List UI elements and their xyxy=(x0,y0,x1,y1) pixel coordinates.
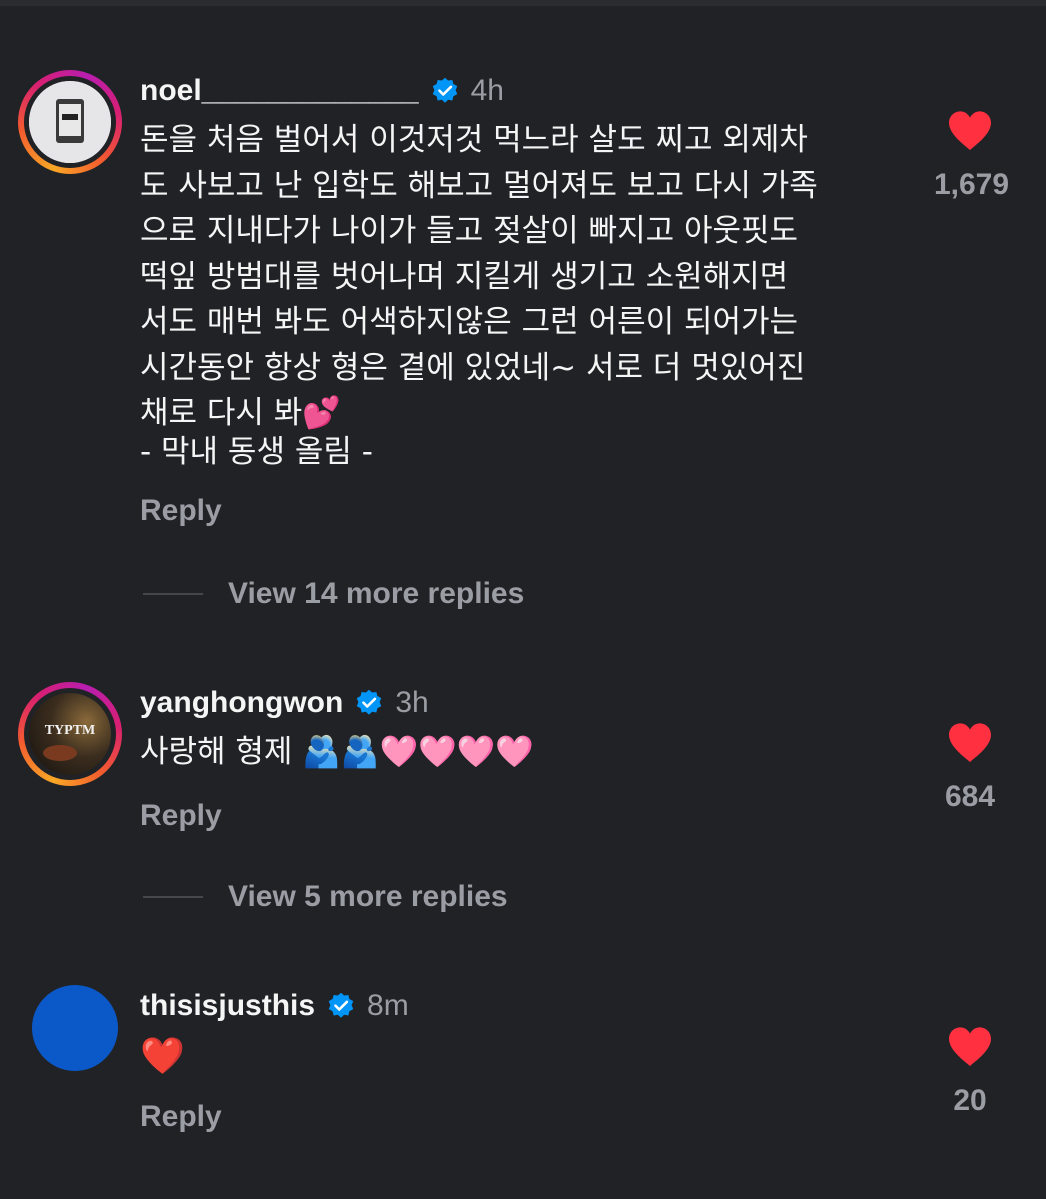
timestamp: 3h xyxy=(395,686,429,719)
comment-header: noel_____________ 4h xyxy=(140,74,504,108)
heart-icon[interactable] xyxy=(947,1026,993,1068)
comment-signature: - 막내 동생 올림 - xyxy=(140,434,373,470)
avatar xyxy=(29,81,111,163)
top-divider xyxy=(0,0,1046,6)
timestamp: 4h xyxy=(470,74,504,107)
timestamp: 8m xyxy=(367,989,409,1022)
comment-header: thisisjusthis 8m xyxy=(140,989,409,1023)
reply-button[interactable]: Reply xyxy=(140,494,222,528)
username[interactable]: yanghongwon xyxy=(140,686,343,720)
comment-text: 돈을 처음 벌어서 이것저것 먹느라 살도 찌고 외제차 도 사보고 난 입학도… xyxy=(140,122,818,431)
reply-button[interactable]: Reply xyxy=(140,1100,222,1134)
replies-divider xyxy=(143,593,203,595)
like-count: 684 xyxy=(944,780,996,813)
avatar-story-ring[interactable] xyxy=(18,70,122,174)
like-count: 1,679 xyxy=(933,168,1010,201)
avatar-text: TYPTM xyxy=(44,723,96,738)
verified-badge-icon xyxy=(432,77,457,103)
reply-button[interactable]: Reply xyxy=(140,799,222,833)
device-logo-icon xyxy=(29,81,111,163)
heart-icon[interactable] xyxy=(947,110,993,152)
view-more-replies-button[interactable]: View 5 more replies xyxy=(143,880,508,914)
like-section: 20 xyxy=(910,1026,1030,1118)
replies-divider xyxy=(143,896,203,898)
like-section: 1,679 xyxy=(910,110,1030,202)
view-more-replies-label: View 14 more replies xyxy=(228,577,525,610)
avatar-story-ring[interactable]: TYPTM xyxy=(18,682,122,786)
like-section: 684 xyxy=(910,722,1030,814)
comment-text: 사랑해 형제 🫂🫂🩷🩷🩷🩷 xyxy=(140,734,534,770)
view-more-replies-label: View 5 more replies xyxy=(228,880,508,913)
avatar: TYPTM xyxy=(29,693,111,775)
view-more-replies-button[interactable]: View 14 more replies xyxy=(143,577,524,611)
verified-badge-icon xyxy=(328,992,354,1018)
avatar[interactable] xyxy=(32,985,118,1071)
comment-header: yanghongwon 3h xyxy=(140,686,429,720)
comment-text: ❤️ xyxy=(140,1036,185,1077)
like-count: 20 xyxy=(953,1084,987,1117)
verified-badge-icon xyxy=(357,689,382,715)
username[interactable]: noel_____________ xyxy=(140,74,419,108)
username[interactable]: thisisjusthis xyxy=(140,989,315,1023)
avatar-detail xyxy=(43,745,77,761)
heart-icon[interactable] xyxy=(947,722,993,764)
